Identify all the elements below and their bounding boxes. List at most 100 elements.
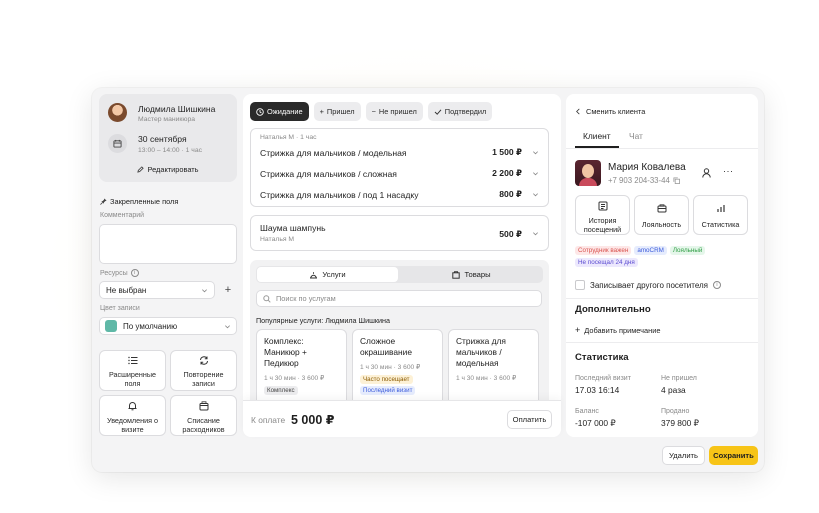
chevron-down-icon[interactable] bbox=[532, 170, 539, 177]
payment-bar: К оплате 5 000 ₽ Оплатить bbox=[243, 400, 561, 437]
check-icon bbox=[434, 108, 442, 116]
chevron-down-icon[interactable] bbox=[532, 149, 539, 156]
repeat-tile[interactable]: Повторение записи bbox=[170, 350, 237, 391]
product-price: 500 ₽ bbox=[499, 229, 522, 239]
appointment-date: 30 сентября bbox=[138, 134, 187, 144]
popular-service-card[interactable]: Стрижка для мальчиков / модельная 1 ч 30… bbox=[448, 329, 539, 409]
product-name: Шаума шампунь bbox=[260, 223, 326, 233]
comment-label: Комментарий bbox=[100, 212, 145, 219]
client-avatar bbox=[575, 160, 601, 186]
info-icon[interactable]: i bbox=[713, 281, 721, 289]
resources-header: Ресурсы i bbox=[100, 269, 139, 277]
color-select[interactable]: По умолчанию bbox=[99, 317, 237, 335]
save-button[interactable]: Сохранить bbox=[709, 446, 758, 465]
client-tag: Сотрудник важен bbox=[575, 246, 632, 255]
divider bbox=[566, 298, 758, 299]
tile-label: История посещений bbox=[583, 216, 622, 234]
goods-icon bbox=[452, 270, 461, 279]
clock-icon bbox=[256, 107, 264, 116]
stat-item: Баланс -107 000 ₽ bbox=[575, 408, 616, 428]
card-tag: Комплекс bbox=[264, 386, 298, 395]
product-meta: Наталья М bbox=[260, 236, 295, 243]
other-visitor-row[interactable]: Записывает другого посетителя i bbox=[575, 280, 721, 290]
resources-select[interactable]: Не выбран bbox=[99, 281, 215, 299]
status-chip-arrived[interactable]: + Пришел bbox=[313, 102, 361, 121]
tab-chat[interactable]: Чат bbox=[629, 131, 643, 141]
user-icon[interactable] bbox=[702, 168, 711, 178]
notifications-tile[interactable]: Уведомления о визите bbox=[99, 395, 166, 436]
payment-label: К оплате bbox=[251, 415, 286, 425]
history-tile[interactable]: История посещений bbox=[575, 195, 630, 235]
chevron-left-icon bbox=[575, 108, 581, 115]
search-placeholder: Поиск по услугам bbox=[276, 294, 336, 303]
tab-services[interactable]: Услуги bbox=[257, 267, 398, 282]
change-client-button[interactable]: Сменить клиента bbox=[575, 107, 645, 116]
add-resource-button[interactable]: + bbox=[222, 283, 234, 297]
tile-label: Списание расходников bbox=[182, 416, 225, 434]
stat-item: Не пришел 4 раза bbox=[661, 375, 697, 395]
copy-icon[interactable] bbox=[673, 177, 680, 184]
master-role: Мастер маникюра bbox=[138, 116, 196, 123]
product-block[interactable]: Шаума шампунь Наталья М 500 ₽ bbox=[250, 215, 549, 251]
stats-tile[interactable]: Статистика bbox=[693, 195, 748, 235]
client-tags: Сотрудник важен amoCRM Лояльный Не посещ… bbox=[575, 246, 751, 267]
list-icon bbox=[127, 356, 138, 365]
status-chip-waiting[interactable]: Ожидание bbox=[250, 102, 309, 121]
minus-icon: − bbox=[371, 107, 376, 116]
stat-item: Продано 379 800 ₽ bbox=[661, 408, 699, 428]
search-input[interactable]: Поиск по услугам bbox=[256, 290, 542, 307]
tab-client[interactable]: Клиент bbox=[583, 131, 611, 141]
stat-item: Последний визит 17.03 16:14 bbox=[575, 375, 631, 395]
pinned-fields-label: Закрепленные поля bbox=[110, 197, 179, 206]
consumables-tile[interactable]: Списание расходников bbox=[170, 395, 237, 436]
plus-icon: + bbox=[319, 107, 324, 116]
extended-fields-tile[interactable]: Расширенные поля bbox=[99, 350, 166, 391]
other-visitor-checkbox[interactable] bbox=[575, 280, 585, 290]
color-swatch bbox=[105, 320, 117, 332]
service-row[interactable]: Стрижка для мальчиков / под 1 насадку 80… bbox=[260, 184, 539, 205]
status-chip-confirmed[interactable]: Подтвердил bbox=[427, 102, 493, 121]
pin-icon bbox=[100, 198, 107, 205]
more-icon[interactable]: ··· bbox=[723, 166, 734, 176]
loyalty-tile[interactable]: Лояльность bbox=[634, 195, 689, 235]
delete-button[interactable]: Удалить bbox=[662, 446, 705, 465]
services-panel: Ожидание + Пришел − Не пришел Подтвердил… bbox=[243, 94, 561, 437]
resources-label: Ресурсы bbox=[100, 269, 128, 277]
tile-label: Расширенные поля bbox=[108, 370, 157, 388]
pay-button[interactable]: Оплатить bbox=[507, 410, 552, 429]
color-label: Цвет записи bbox=[100, 305, 140, 312]
popular-service-card[interactable]: Сложное окрашивание 1 ч 30 мин · 3 600 ₽… bbox=[352, 329, 443, 409]
edit-label: Редактировать bbox=[147, 165, 199, 174]
color-value: По умолчанию bbox=[123, 321, 178, 331]
comment-field[interactable] bbox=[99, 224, 237, 264]
status-chip-no-show[interactable]: − Не пришел bbox=[365, 102, 423, 121]
client-panel: Сменить клиента Клиент Чат Мария Ковалев… bbox=[566, 94, 758, 437]
bell-icon bbox=[128, 401, 137, 411]
popular-title: Популярные услуги: Людмила Шишкина bbox=[256, 316, 391, 325]
plus-icon: + bbox=[575, 325, 581, 335]
history-icon bbox=[598, 201, 608, 211]
other-visitor-label: Записывает другого посетителя bbox=[590, 280, 708, 290]
chevron-down-icon[interactable] bbox=[532, 230, 539, 237]
tab-goods[interactable]: Товары bbox=[401, 267, 542, 282]
service-row[interactable]: Стрижка для мальчиков / модельная 1 500 … bbox=[260, 142, 539, 163]
client-tag: Лояльный bbox=[669, 246, 706, 255]
popular-service-card[interactable]: Комплекс: Маникюр + Педикюр 1 ч 30 мин ·… bbox=[256, 329, 347, 409]
edit-button[interactable]: Редактировать bbox=[99, 165, 237, 174]
chevron-down-icon[interactable] bbox=[532, 191, 539, 198]
tile-label: Лояльность bbox=[641, 220, 682, 229]
info-icon[interactable]: i bbox=[130, 269, 139, 277]
client-name: Мария Ковалева bbox=[608, 162, 686, 173]
calendar-icon bbox=[108, 134, 127, 153]
extra-title: Дополнительно bbox=[575, 304, 651, 315]
services-icon bbox=[309, 271, 318, 279]
add-note-button[interactable]: + Добавить примечание bbox=[575, 325, 660, 335]
repeat-icon bbox=[199, 356, 209, 365]
client-phone: +7 903 204-33-44 bbox=[608, 176, 670, 185]
master-avatar bbox=[108, 103, 127, 122]
search-icon bbox=[263, 294, 271, 303]
service-row[interactable]: Стрижка для мальчиков / сложная 2 200 ₽ bbox=[260, 163, 539, 184]
loyalty-icon bbox=[657, 204, 667, 213]
client-tag: amoCRM bbox=[634, 246, 667, 255]
tile-label: Статистика bbox=[701, 220, 740, 229]
